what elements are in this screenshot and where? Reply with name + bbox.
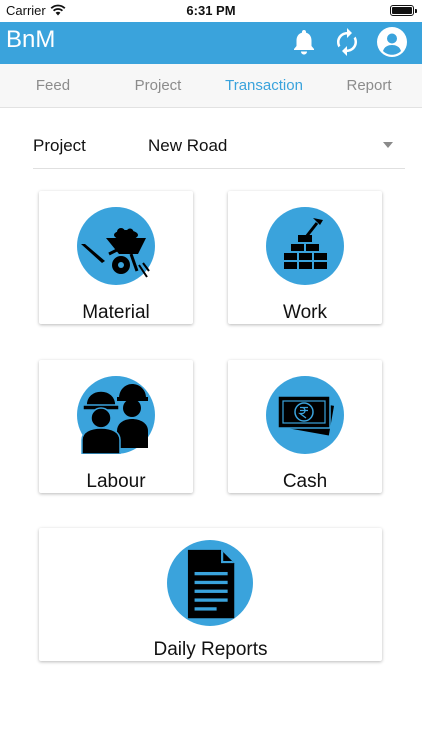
trowel-bricks-icon bbox=[266, 207, 344, 285]
project-value[interactable]: New Road bbox=[148, 136, 227, 156]
material-tile[interactable]: Material bbox=[39, 191, 193, 324]
daily-reports-label: Daily Reports bbox=[153, 639, 268, 660]
workers-icon bbox=[77, 376, 155, 454]
cash-tile[interactable]: Cash bbox=[228, 360, 382, 493]
material-label: Material bbox=[82, 302, 150, 323]
battery-icon bbox=[390, 5, 417, 16]
bell-icon[interactable] bbox=[288, 26, 320, 58]
app-title: BnM bbox=[6, 26, 56, 53]
account-icon[interactable] bbox=[376, 26, 408, 58]
daily-reports-tile[interactable]: Daily Reports bbox=[39, 528, 382, 661]
work-tile[interactable]: Work bbox=[228, 191, 382, 324]
status-bar: Carrier 6:31 PM bbox=[0, 0, 422, 22]
tab-bar: Feed Project Transaction Report bbox=[0, 64, 422, 108]
wheelbarrow-icon bbox=[77, 207, 155, 285]
tab-transaction[interactable]: Transaction bbox=[216, 64, 312, 107]
project-label: Project bbox=[33, 136, 86, 155]
app-bar: BnM bbox=[0, 22, 422, 64]
sync-icon[interactable] bbox=[331, 26, 363, 58]
dropdown-caret-icon[interactable] bbox=[383, 142, 393, 148]
project-selector[interactable]: Project New Road bbox=[33, 128, 405, 169]
rupee-cash-icon bbox=[266, 376, 344, 454]
tab-report[interactable]: Report bbox=[330, 64, 408, 107]
tab-project[interactable]: Project bbox=[118, 64, 198, 107]
tab-feed[interactable]: Feed bbox=[18, 64, 88, 107]
clock: 6:31 PM bbox=[186, 3, 236, 18]
work-label: Work bbox=[283, 302, 327, 323]
labour-label: Labour bbox=[86, 471, 146, 492]
cash-label: Cash bbox=[282, 471, 328, 492]
labour-tile[interactable]: Labour bbox=[39, 360, 193, 493]
document-icon bbox=[167, 540, 253, 626]
